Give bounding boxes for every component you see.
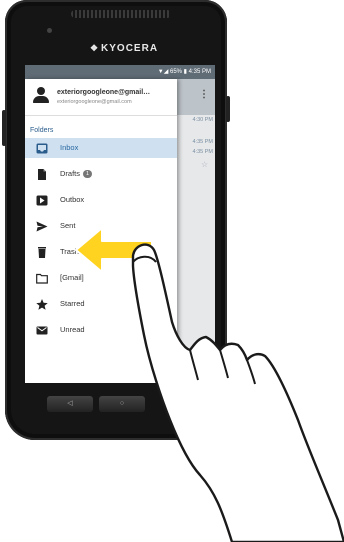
swipe-gesture-overlay [75,227,344,542]
hand-pointer-icon [131,243,344,542]
